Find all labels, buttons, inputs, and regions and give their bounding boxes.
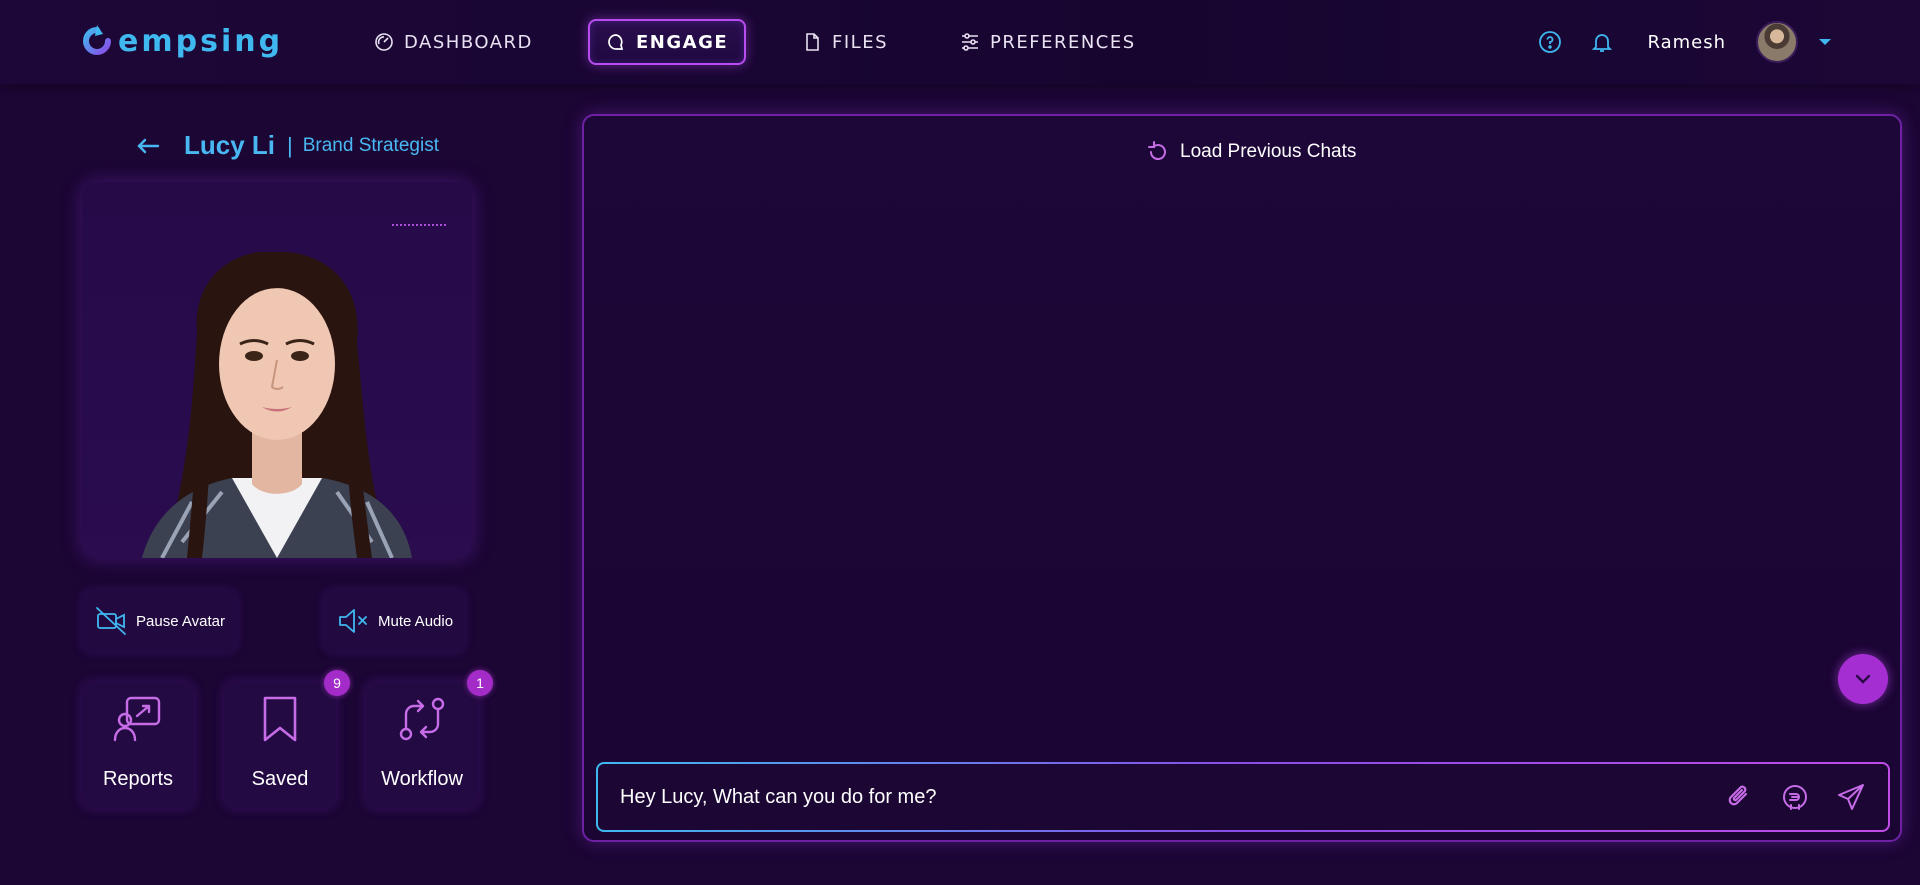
chevron-down-icon	[1855, 674, 1871, 684]
agent-portrait	[142, 252, 412, 558]
agent-name: Lucy Li	[184, 130, 276, 160]
saved-count-badge: 9	[324, 670, 350, 696]
load-previous-label: Load Previous Chats	[1180, 141, 1357, 162]
top-navbar: empsing DASHBOARD ENGAGE FILES PREFERENC…	[0, 0, 1920, 84]
chat-actions	[1724, 782, 1866, 812]
pause-avatar-button[interactable]: Pause Avatar	[82, 590, 237, 652]
workflow-tile[interactable]: Workflow	[366, 682, 478, 808]
scroll-down-button[interactable]	[1838, 654, 1888, 704]
help-button[interactable]	[1535, 27, 1565, 57]
gauge-icon	[375, 33, 393, 51]
agent-role: Brand Strategist	[302, 134, 439, 156]
user-area: Ramesh	[1535, 18, 1840, 66]
avatar-card	[82, 182, 472, 558]
pause-avatar-label: Pause Avatar	[136, 612, 225, 630]
notifications-button[interactable]	[1587, 27, 1617, 57]
speaker-mute-icon	[339, 609, 367, 633]
send-icon[interactable]	[1836, 782, 1866, 812]
workflow-icon	[399, 697, 445, 741]
attachment-icon[interactable]	[1724, 782, 1754, 812]
workflow-label: Workflow	[381, 768, 463, 790]
logo-text: empsing	[118, 23, 284, 59]
caret-down-icon	[1819, 39, 1831, 45]
mute-audio-label: Mute Audio	[378, 612, 454, 630]
load-previous-chats-button[interactable]: Load Previous Chats	[1146, 140, 1356, 164]
voice-assistant-icon[interactable]	[1780, 782, 1810, 812]
nav-label: DASHBOARD	[404, 31, 533, 53]
logo-icon	[83, 25, 111, 55]
username: Ramesh	[1647, 31, 1726, 53]
nav-files[interactable]: FILES	[802, 19, 888, 65]
chat-icon	[608, 34, 624, 50]
help-icon	[1539, 31, 1562, 53]
user-menu-toggle[interactable]	[1810, 27, 1840, 57]
bell-icon	[1592, 34, 1613, 52]
app-logo[interactable]: empsing	[82, 22, 283, 60]
chat-panel: Load Previous Chats	[582, 114, 1902, 842]
sliders-icon	[962, 33, 978, 51]
history-icon	[1148, 141, 1166, 161]
nav-label: FILES	[832, 31, 888, 53]
nav-label: ENGAGE	[636, 31, 729, 53]
back-arrow-icon[interactable]	[134, 132, 162, 160]
video-off-icon	[96, 607, 126, 635]
nav-preferences[interactable]: PREFERENCES	[960, 19, 1136, 65]
mute-audio-button[interactable]: Mute Audio	[324, 590, 466, 652]
reports-icon	[113, 696, 161, 742]
chat-input[interactable]	[620, 785, 1724, 809]
nav-dashboard[interactable]: DASHBOARD	[374, 19, 533, 65]
saved-tile[interactable]: Saved	[224, 682, 336, 808]
nav-label: PREFERENCES	[990, 31, 1136, 53]
agent-separator: |	[287, 132, 293, 158]
avatar-status-dots	[392, 224, 446, 226]
reports-tile[interactable]: Reports	[82, 682, 194, 808]
nav-engage[interactable]: ENGAGE	[588, 19, 747, 65]
chat-input-box	[596, 762, 1890, 832]
agent-header: Lucy Li | Brand Strategist	[134, 130, 439, 161]
bookmark-icon	[263, 696, 297, 742]
saved-label: Saved	[251, 768, 309, 790]
workflow-count-badge: 1	[467, 670, 493, 696]
file-icon	[806, 33, 819, 51]
reports-label: Reports	[102, 768, 174, 790]
chat-input-inner	[598, 764, 1888, 830]
user-avatar[interactable]	[1756, 21, 1798, 63]
